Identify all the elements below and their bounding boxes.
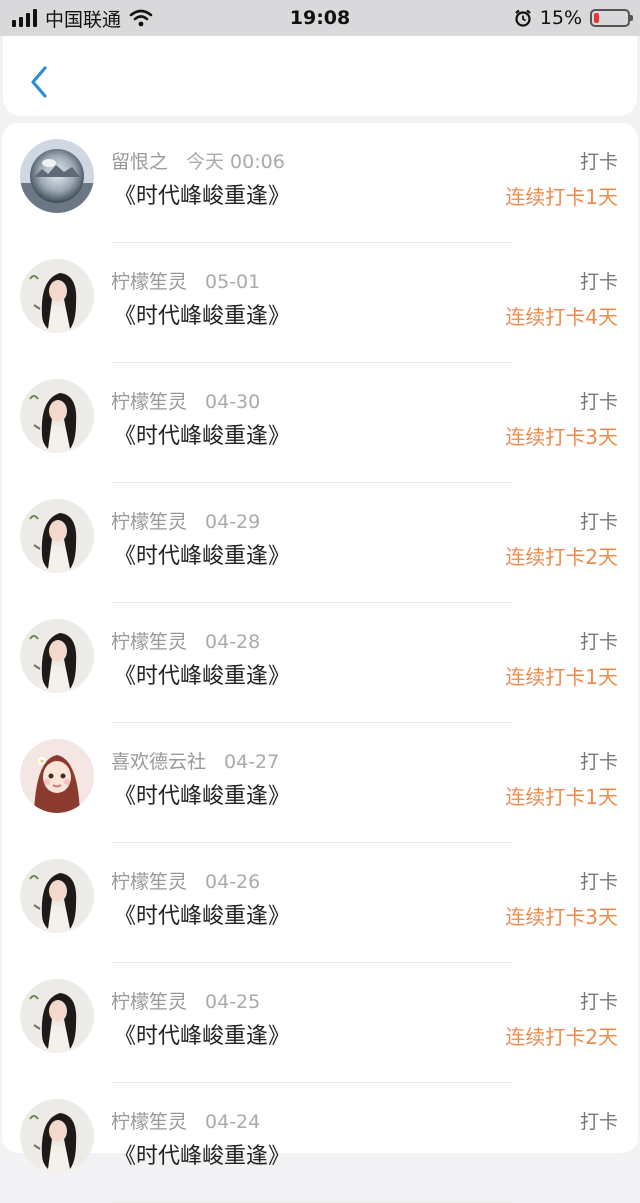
checkin-type: 打卡 — [579, 271, 618, 293]
user-name-text: 柠檬笙灵 — [111, 271, 188, 293]
book-title: 《时代峰峻重逢》 — [114, 784, 291, 809]
user-name-text: 柠檬笙灵 — [111, 631, 188, 653]
list-item[interactable]: 喜欢德云社 04-27 《时代峰峻重逢》 打卡连续打卡1天 — [2, 723, 638, 843]
alarm-icon — [515, 9, 531, 27]
checkin-type: 打卡 — [579, 871, 618, 893]
list-item[interactable]: 柠檬笙灵 04-29 《时代峰峻重逢》 打卡连续打卡2天 — [2, 483, 638, 603]
list-item[interactable]: 柠檬笙灵 05-01 《时代峰峻重逢》 打卡连续打卡4天 — [2, 243, 638, 363]
user-name-text: 喜欢德云社 — [111, 751, 207, 773]
book-title: 《时代峰峻重逢》 — [114, 304, 291, 329]
checkin-type: 打卡 — [579, 511, 618, 533]
user-name-text: 柠檬笙灵 — [111, 511, 188, 533]
streak-label: 连续打卡4天 — [505, 305, 618, 329]
user-name: 留恨之 今天 00:06 — [111, 147, 285, 174]
list-item[interactable]: 柠檬笙灵 04-24 《时代峰峻重逢》 打卡 — [2, 1083, 638, 1203]
post-date: 04-30 — [205, 391, 261, 413]
user-name: 柠檬笙灵 05-01 — [111, 267, 260, 294]
post-date: 今天 00:06 — [186, 151, 285, 173]
post-date: 04-27 — [224, 751, 280, 773]
book-title: 《时代峰峻重逢》 — [114, 184, 291, 209]
user-name-text: 留恨之 — [111, 151, 169, 173]
user-name: 柠檬笙灵 04-25 — [111, 987, 260, 1014]
post-date: 04-26 — [205, 871, 261, 893]
user-name-text: 柠檬笙灵 — [111, 1111, 188, 1133]
user-name: 喜欢德云社 04-27 — [111, 747, 279, 774]
checkin-type: 打卡 — [579, 631, 618, 653]
post-date: 04-28 — [205, 631, 261, 653]
user-name: 柠檬笙灵 04-28 — [111, 627, 260, 654]
user-name: 柠檬笙灵 04-29 — [111, 507, 260, 534]
nav-bar — [3, 36, 637, 116]
book-title: 《时代峰峻重逢》 — [114, 424, 291, 449]
battery-level — [594, 13, 599, 23]
avatar[interactable] — [20, 139, 94, 213]
streak-label: 连续打卡3天 — [505, 425, 618, 449]
avatar[interactable] — [20, 979, 94, 1053]
post-date: 05-01 — [205, 271, 261, 293]
book-title: 《时代峰峻重逢》 — [114, 1024, 291, 1049]
post-date: 04-24 — [205, 1111, 261, 1133]
avatar[interactable] — [20, 619, 94, 693]
streak-label: 连续打卡2天 — [505, 1025, 618, 1049]
streak-label: 连续打卡1天 — [505, 785, 618, 809]
battery-percent: 15% — [539, 7, 582, 29]
avatar[interactable] — [20, 499, 94, 573]
checkin-list: 留恨之 今天 00:06 《时代峰峻重逢》 打卡 连续打卡1天 柠檬笙灵 05-01 《时代峰… — [2, 123, 638, 1203]
chevron-left-icon[interactable] — [25, 62, 55, 102]
status-right: 15% — [514, 0, 633, 36]
user-name-text: 柠檬笙灵 — [111, 991, 188, 1013]
status-bar: 中国联通 19:08 15% — [0, 0, 640, 36]
checkin-type: 打卡 — [579, 151, 618, 173]
user-name: 柠檬笙灵 04-30 — [111, 387, 260, 414]
avatar[interactable] — [20, 859, 94, 933]
checkin-type: 打卡 — [579, 751, 618, 773]
checkin-type: 打卡 — [579, 391, 618, 413]
avatar[interactable] — [20, 259, 94, 333]
user-name-text: 柠檬笙灵 — [111, 391, 188, 413]
user-name: 柠檬笙灵 04-26 — [111, 867, 260, 894]
streak-label: 连续打卡1天 — [505, 185, 618, 209]
list-item[interactable]: 柠檬笙灵 04-26 《时代峰峻重逢》 打卡连续打卡3天 — [2, 843, 638, 963]
list-item[interactable]: 柠檬笙灵 04-28 《时代峰峻重逢》 打卡连续打卡1天 — [2, 603, 638, 723]
avatar[interactable] — [20, 379, 94, 453]
list-item[interactable]: 柠檬笙灵 04-25 《时代峰峻重逢》 打卡连续打卡2天 — [2, 963, 638, 1083]
post-date: 04-25 — [205, 991, 261, 1013]
book-title: 《时代峰峻重逢》 — [114, 904, 291, 929]
streak-label: 连续打卡1天 — [505, 665, 618, 689]
book-title: 《时代峰峻重逢》 — [114, 544, 291, 569]
list-item[interactable]: 留恨之 今天 00:06 《时代峰峻重逢》 打卡连续打卡1天 — [2, 123, 638, 243]
post-date: 04-29 — [205, 511, 261, 533]
user-name-text: 柠檬笙灵 — [111, 871, 188, 893]
avatar[interactable] — [20, 1099, 94, 1173]
streak-label: 连续打卡2天 — [505, 545, 618, 569]
list-item[interactable]: 柠檬笙灵 04-30 《时代峰峻重逢》 打卡连续打卡3天 — [2, 363, 638, 483]
user-name: 柠檬笙灵 04-24 — [111, 1107, 260, 1134]
avatar[interactable] — [20, 739, 94, 813]
book-title: 《时代峰峻重逢》 — [114, 1144, 291, 1169]
streak-label: 连续打卡3天 — [505, 905, 618, 929]
checkin-type: 打卡 — [579, 1111, 618, 1133]
book-title: 《时代峰峻重逢》 — [114, 664, 291, 689]
battery-icon — [590, 9, 633, 27]
checkin-type: 打卡 — [579, 991, 618, 1013]
